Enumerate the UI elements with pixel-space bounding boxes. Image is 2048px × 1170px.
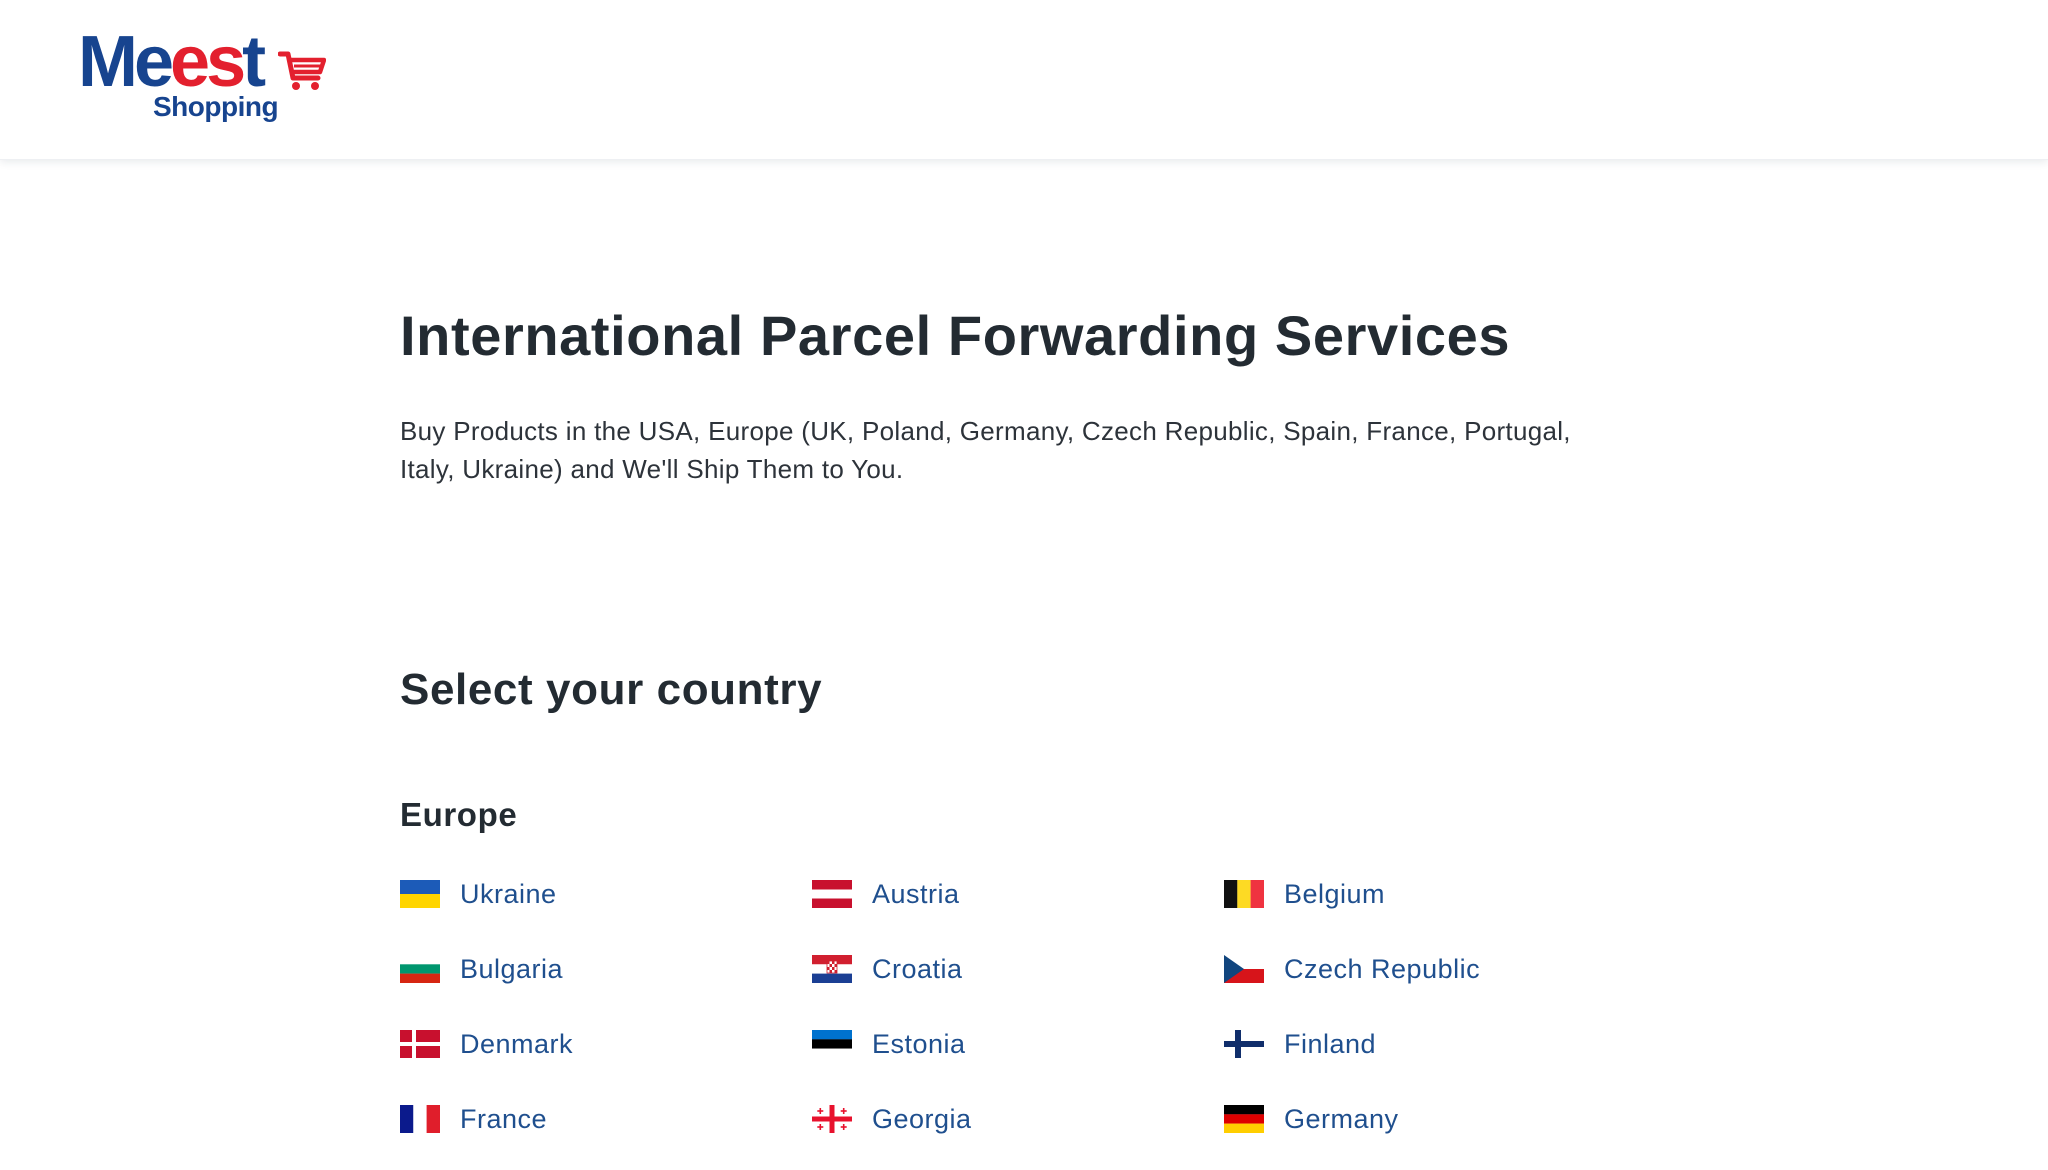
flag-bulgaria-icon xyxy=(400,955,440,983)
hero-section: International Parcel Forwarding Services… xyxy=(400,300,1650,488)
flag-ukraine-icon xyxy=(400,880,440,908)
flag-finland-icon xyxy=(1224,1030,1264,1058)
logo-wordmark: Meest xyxy=(78,22,266,102)
country-link-finland[interactable]: Finland xyxy=(1224,1020,1630,1068)
country-name: Bulgaria xyxy=(460,953,564,984)
page-title: International Parcel Forwarding Services xyxy=(400,304,1511,367)
flag-austria-icon xyxy=(812,880,852,908)
flag-georgia-icon xyxy=(812,1105,852,1133)
country-link-bulgaria[interactable]: Bulgaria xyxy=(400,945,812,993)
flag-belgium-icon xyxy=(1224,880,1264,908)
page-subtitle: Buy Products in the USA, Europe (UK, Pol… xyxy=(400,416,1571,484)
meest-shopping-logo[interactable]: Meest Shopping xyxy=(78,26,328,130)
region-heading-europe: Europe xyxy=(400,796,518,833)
country-link-estonia[interactable]: Estonia xyxy=(812,1020,1224,1068)
country-link-ukraine[interactable]: Ukraine xyxy=(400,870,812,918)
country-link-germany[interactable]: Germany xyxy=(1224,1095,1630,1143)
country-name: Estonia xyxy=(872,1028,966,1059)
country-name: Austria xyxy=(872,878,960,909)
flag-croatia-icon xyxy=(812,955,852,983)
country-name: Belgium xyxy=(1284,878,1386,909)
flag-estonia-icon xyxy=(812,1030,852,1058)
country-name: Georgia xyxy=(872,1103,972,1134)
country-link-georgia[interactable]: Georgia xyxy=(812,1095,1224,1143)
flag-germany-icon xyxy=(1224,1105,1264,1133)
country-name: Croatia xyxy=(872,953,963,984)
country-link-denmark[interactable]: Denmark xyxy=(400,1020,812,1068)
country-name: Czech Republic xyxy=(1284,953,1481,984)
country-name: Germany xyxy=(1284,1103,1399,1134)
country-link-czech-republic[interactable]: Czech Republic xyxy=(1224,945,1630,993)
flag-czech-republic-icon xyxy=(1224,955,1264,983)
country-link-belgium[interactable]: Belgium xyxy=(1224,870,1630,918)
country-name: Denmark xyxy=(460,1028,574,1059)
flag-denmark-icon xyxy=(400,1030,440,1058)
site-header: Meest Shopping xyxy=(0,0,2048,160)
country-link-croatia[interactable]: Croatia xyxy=(812,945,1224,993)
country-link-france[interactable]: France xyxy=(400,1095,812,1143)
country-name: France xyxy=(460,1103,548,1134)
country-list: Ukraine Austria Belgium Bulgaria Croatia xyxy=(400,870,1630,1170)
logo-subtitle: Shopping xyxy=(153,91,279,122)
country-name: Finland xyxy=(1284,1028,1377,1059)
country-name: Ukraine xyxy=(460,878,557,909)
shopping-cart-icon xyxy=(278,51,326,90)
country-link-austria[interactable]: Austria xyxy=(812,870,1224,918)
country-selector-heading: Select your country xyxy=(400,665,823,714)
flag-france-icon xyxy=(400,1105,440,1133)
